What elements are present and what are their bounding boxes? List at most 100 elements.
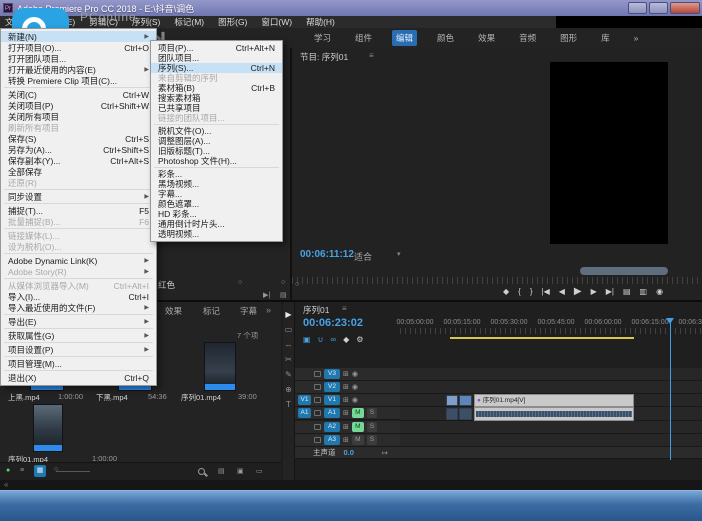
source-patch-video[interactable]: V1: [298, 395, 311, 405]
tool-pen[interactable]: ✎: [285, 370, 292, 379]
menu-item-import-recent[interactable]: 导入最近使用的文件(F) ▶: [1, 302, 156, 313]
menu-item-save-copy[interactable]: 保存副本(Y)... Ctrl+Alt+S: [1, 155, 156, 166]
track-target-v3[interactable]: V3: [324, 369, 340, 379]
menu-item-project-settings[interactable]: 项目设置(P) ▶: [1, 344, 156, 355]
menu-item-open-project[interactable]: 打开项目(O)... Ctrl+O: [1, 42, 156, 53]
zoom-level-select[interactable]: 适合: [354, 250, 372, 263]
trash-icon[interactable]: ▭: [256, 467, 263, 475]
sync-lock-icon[interactable]: ⊞: [343, 436, 349, 444]
tab-captions[interactable]: 字幕: [240, 305, 257, 317]
workspace-overflow-icon[interactable]: »: [630, 31, 643, 45]
sync-lock-icon[interactable]: ⊞: [343, 383, 349, 391]
extract-icon[interactable]: ▥: [640, 287, 648, 296]
workspace-libraries[interactable]: 库: [597, 30, 614, 46]
menu-item-sync-settings[interactable]: 同步设置 ▶: [1, 191, 156, 202]
menu-help[interactable]: 帮助(H): [306, 16, 335, 28]
timeline-settings-icon[interactable]: ⚙: [356, 335, 363, 344]
source-patch-audio[interactable]: A1: [298, 408, 311, 418]
timeline-video-clip[interactable]: ● 序列01.mp4[V]: [474, 394, 634, 407]
menu-item-open-team-project[interactable]: 打开团队项目...: [1, 53, 156, 64]
menu-item-close-project[interactable]: 关闭项目(P) Ctrl+Shift+W: [1, 100, 156, 111]
menu-graphics[interactable]: 图形(G): [218, 16, 247, 28]
clip-name[interactable]: 序列01.mp4: [181, 392, 221, 403]
new-item-icon[interactable]: ▣: [237, 467, 244, 475]
timeline-ruler[interactable]: [400, 328, 702, 334]
tab-overflow-icon[interactable]: »: [266, 305, 271, 315]
snap-icon[interactable]: ∪: [318, 335, 324, 344]
submenu-item-photoshop-file[interactable]: Photoshop 文件(H)...: [151, 156, 282, 166]
play-icon[interactable]: ▶: [574, 286, 582, 297]
timeline-clip[interactable]: [446, 395, 458, 406]
menu-item-import[interactable]: 导入(I)... Ctrl+I: [1, 291, 156, 302]
sync-lock-icon[interactable]: ⊞: [343, 409, 349, 417]
menu-item-exit[interactable]: 退出(X) Ctrl+Q: [1, 372, 156, 383]
minimize-button[interactable]: [628, 2, 647, 14]
sync-lock-icon[interactable]: ⊞: [343, 370, 349, 378]
clip-name[interactable]: 上黑.mp4: [8, 392, 40, 403]
menu-item-capture[interactable]: 捕捉(T)... F5: [1, 205, 156, 216]
timeline-tab[interactable]: 序列01: [303, 304, 329, 316]
source-patch-empty[interactable]: [298, 382, 311, 392]
lock-icon[interactable]: [314, 424, 321, 430]
timeline-timecode[interactable]: 00:06:23:02: [303, 317, 363, 329]
submenu-item-transparent-video[interactable]: 透明视频...: [151, 229, 282, 239]
add-marker-icon[interactable]: ◆: [343, 335, 349, 344]
insert-overwrite-icon[interactable]: ▣: [303, 335, 311, 344]
track-a2-content[interactable]: [400, 421, 702, 434]
track-target-v1[interactable]: V1: [324, 395, 340, 405]
source-patch-empty[interactable]: [298, 369, 311, 379]
program-scrub-ruler[interactable]: [292, 277, 702, 284]
icon-view-icon[interactable]: ▦: [34, 465, 46, 477]
track-a3-content[interactable]: [400, 434, 702, 447]
mark-in-icon[interactable]: {: [518, 287, 521, 296]
clip-thumbnail[interactable]: [204, 342, 236, 391]
tool-track-select[interactable]: ▭: [285, 325, 293, 334]
source-patch-empty[interactable]: [298, 435, 311, 445]
menu-item-save-as[interactable]: 另存为(A)... Ctrl+Shift+S: [1, 144, 156, 155]
lock-icon[interactable]: [314, 384, 321, 390]
track-target-a3[interactable]: A3: [324, 435, 340, 445]
workspace-learn[interactable]: 学习: [310, 30, 335, 46]
panel-menu-icon[interactable]: ≡: [342, 304, 347, 313]
menu-item-close[interactable]: 关闭(C) Ctrl+W: [1, 89, 156, 100]
zoom-slider-knob[interactable]: ○: [54, 466, 58, 473]
menu-item-dynamic-link[interactable]: Adobe Dynamic Link(K) ▶: [1, 255, 156, 266]
sync-lock-icon[interactable]: ⊞: [343, 396, 349, 404]
mark-out-icon[interactable]: }: [530, 287, 533, 296]
work-area-bar[interactable]: [450, 337, 634, 339]
tool-hand[interactable]: ⊕: [285, 385, 292, 394]
export-proxy-icon[interactable]: ▤: [280, 291, 287, 299]
tool-ripple-edit[interactable]: ↔: [285, 340, 293, 349]
track-target-a1[interactable]: A1: [324, 408, 340, 418]
go-to-in-icon[interactable]: |◀: [542, 287, 550, 296]
zoom-slider[interactable]: [56, 471, 90, 472]
master-level[interactable]: 0.0: [344, 448, 354, 457]
fit-sequence-icon[interactable]: ↦: [382, 449, 388, 457]
tab-effects[interactable]: 效果: [165, 305, 182, 317]
lock-icon[interactable]: [314, 410, 321, 416]
tool-razor[interactable]: ✂: [285, 355, 292, 364]
tool-selection[interactable]: ▶: [285, 310, 291, 319]
list-view-icon[interactable]: ≡: [20, 467, 24, 474]
workspace-assembly[interactable]: 组件: [351, 30, 376, 46]
source-patch-empty[interactable]: [298, 422, 311, 432]
menu-item-project-manager[interactable]: 项目管理(M)...: [1, 358, 156, 369]
track-target-a2[interactable]: A2: [324, 422, 340, 432]
menu-item-save-all[interactable]: 全部保存: [1, 166, 156, 177]
clip-thumbnail[interactable]: [33, 404, 63, 452]
add-marker-icon[interactable]: ◆: [503, 287, 509, 296]
step-forward-icon[interactable]: ▶: [591, 287, 597, 296]
menu-item-convert-clip-project[interactable]: 转换 Premiere Clip 项目(C)...: [1, 75, 156, 86]
workspace-graphics[interactable]: 图形: [556, 30, 581, 46]
track-v3-content[interactable]: [400, 368, 702, 381]
close-button[interactable]: [670, 2, 700, 14]
menu-item-export[interactable]: 导出(E) ▶: [1, 316, 156, 327]
collapse-icon[interactable]: «: [4, 480, 8, 489]
workspace-editing[interactable]: 编辑: [392, 30, 418, 46]
tab-markers[interactable]: 标记: [203, 305, 220, 317]
track-target-v2[interactable]: V2: [324, 382, 340, 392]
program-scrollbar[interactable]: [580, 267, 668, 275]
timeline-audio-clip[interactable]: [446, 408, 458, 420]
timeline-audio-clip[interactable]: [474, 407, 634, 421]
track-v2-content[interactable]: [400, 381, 702, 394]
